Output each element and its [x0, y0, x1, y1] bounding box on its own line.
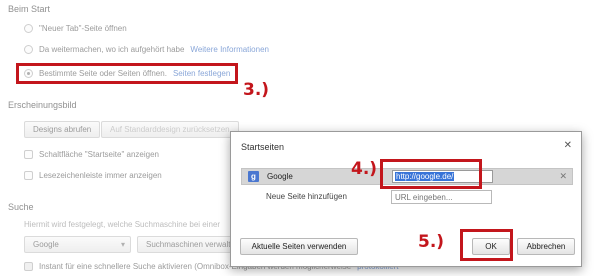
annotation-box-step3	[16, 63, 238, 84]
close-icon[interactable]: ✕	[564, 140, 572, 151]
annotation-step4: 4.)	[351, 159, 378, 179]
annotation-box-step5	[460, 229, 513, 261]
new-url-input[interactable]	[391, 190, 492, 204]
annotation-step5: 5.)	[418, 232, 445, 252]
new-page-row: Neue Seite hinzufügen	[241, 189, 573, 206]
use-current-pages-button[interactable]: Aktuelle Seiten verwenden	[240, 238, 358, 255]
cancel-button[interactable]: Abbrechen	[517, 238, 575, 255]
new-page-label: Neue Seite hinzufügen	[266, 192, 347, 201]
annotation-step3: 3.)	[243, 80, 270, 100]
startup-pages-dialog: Startseiten ✕ g Google http://google.de/…	[230, 131, 582, 267]
page-name: Google	[267, 172, 293, 181]
remove-page-icon[interactable]: ✕	[559, 171, 567, 182]
annotation-box-step4	[380, 159, 482, 189]
google-favicon-icon: g	[248, 171, 259, 182]
dialog-title: Startseiten	[241, 142, 285, 152]
